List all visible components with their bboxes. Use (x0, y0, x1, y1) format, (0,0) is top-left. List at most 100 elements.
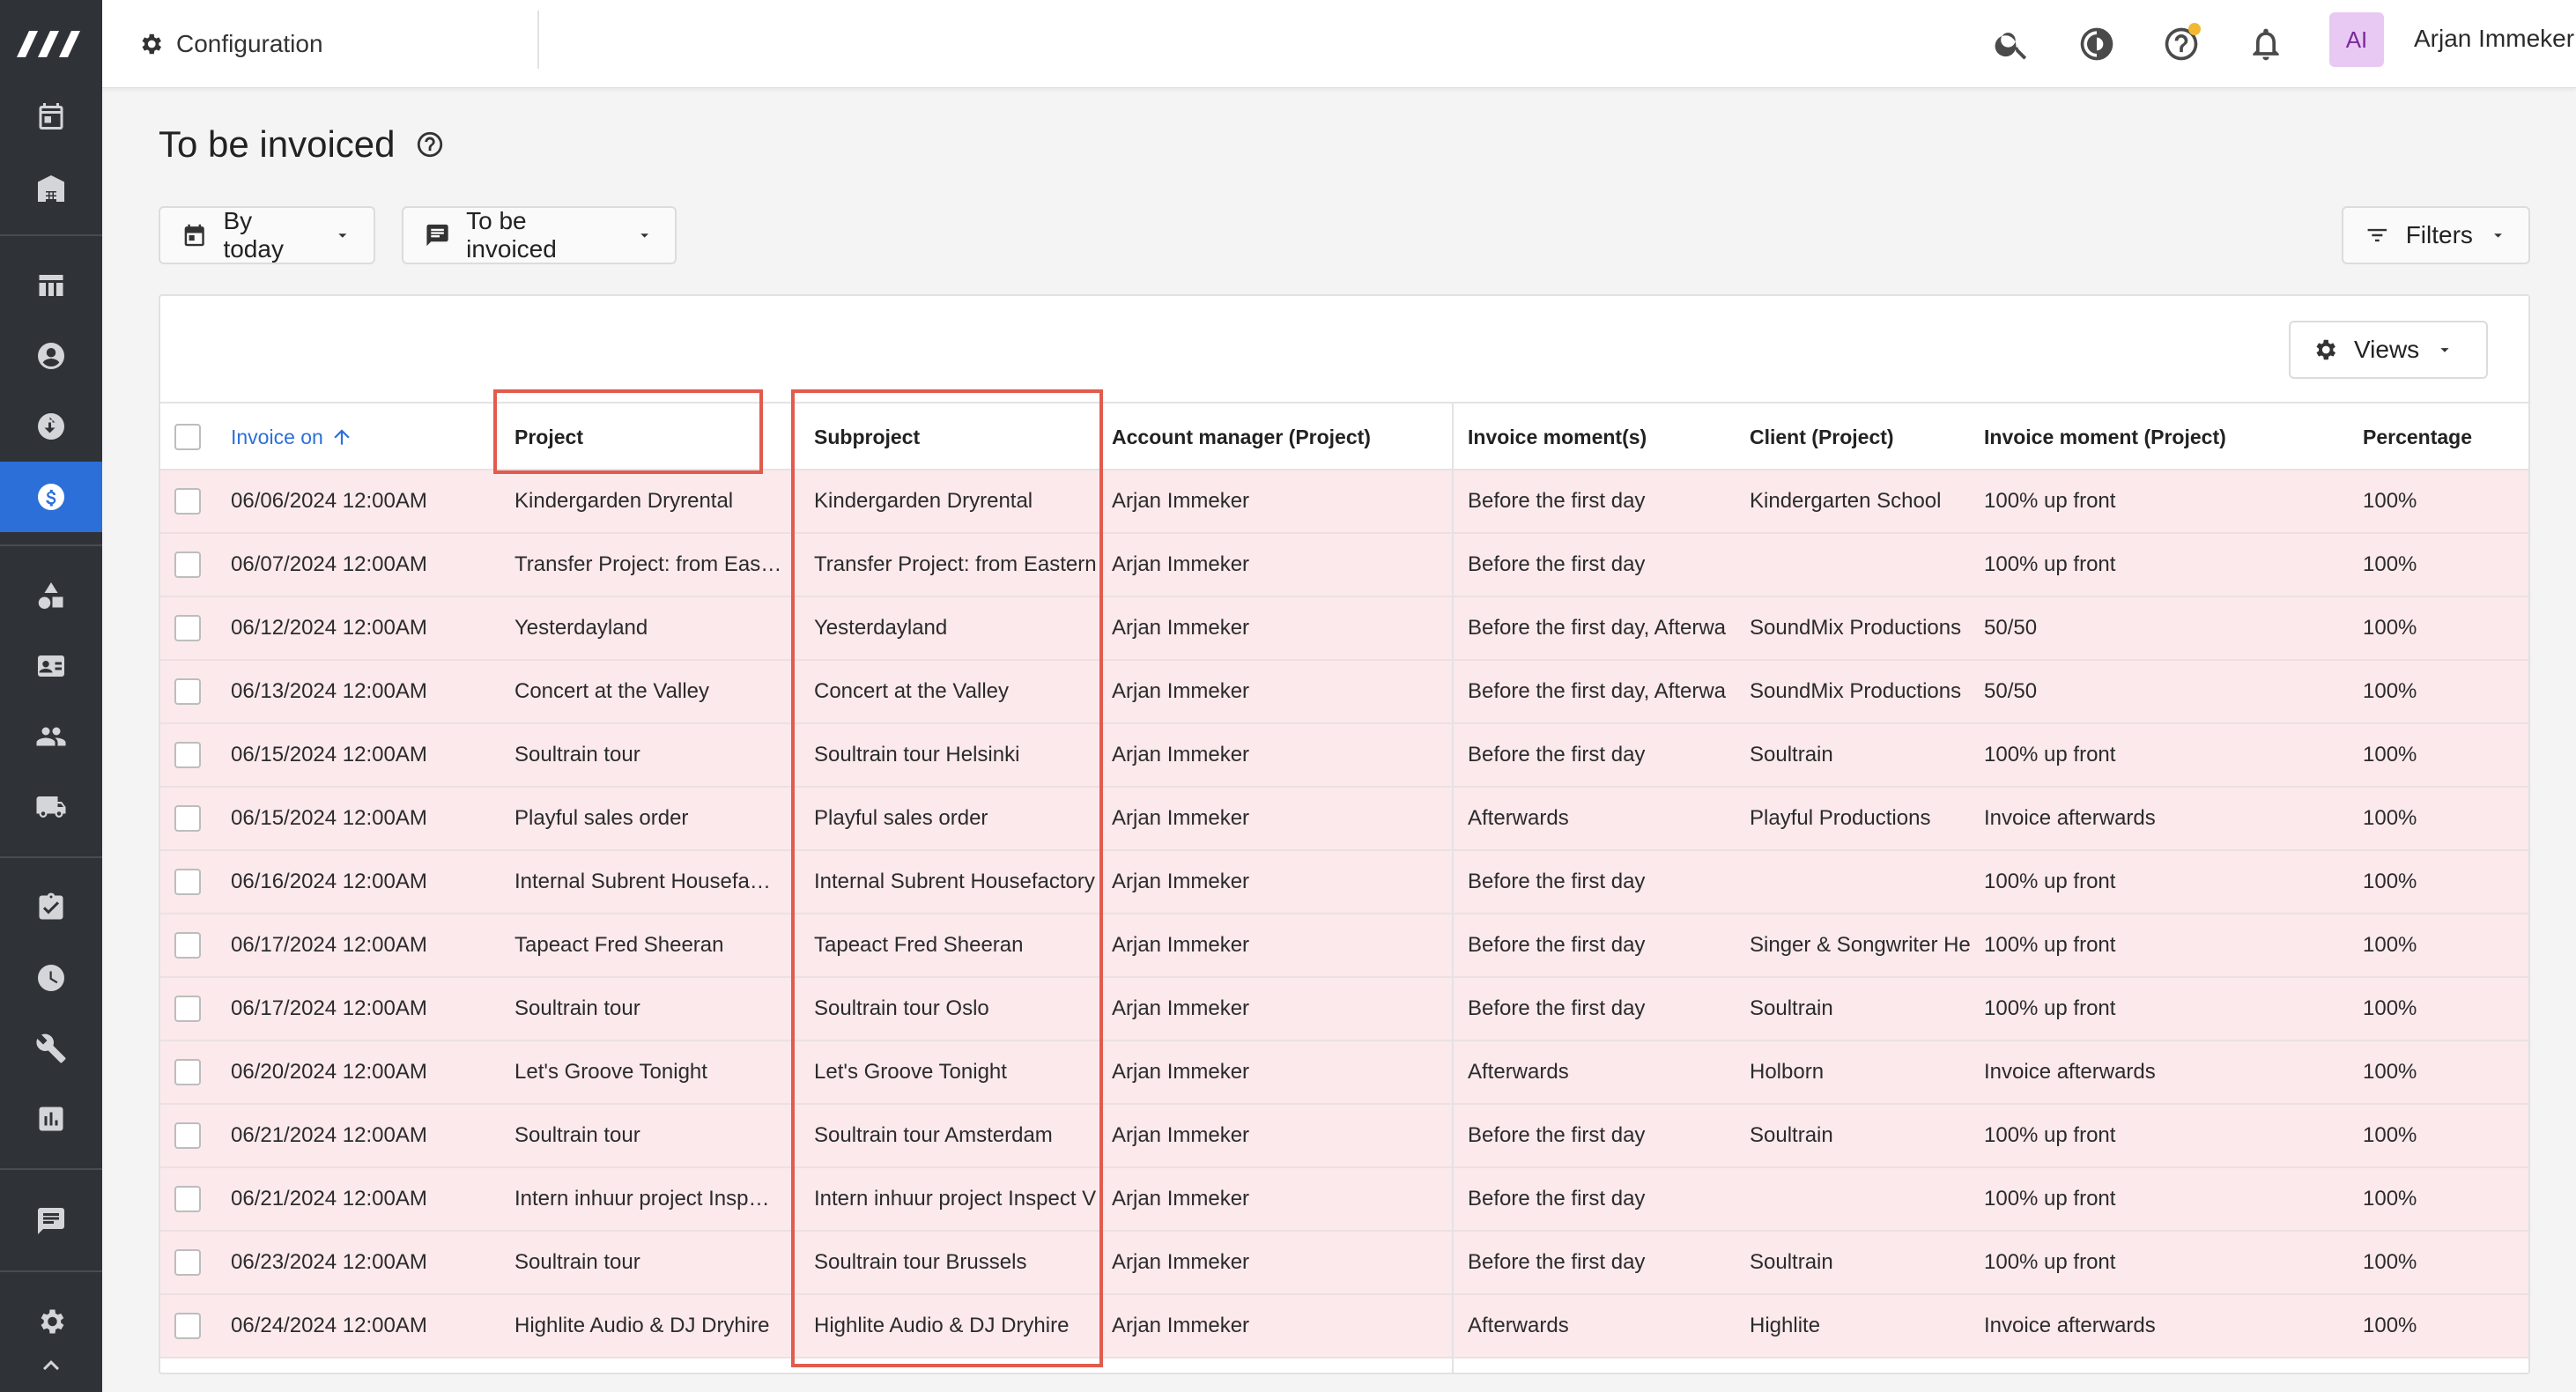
table-row[interactable]: 06/24/2024 12:00AM Highlite Audio & DJ Dr… (160, 1295, 2528, 1359)
cell-invoice-on: 06/23/2024 12:00AM (231, 1250, 427, 1274)
cell-project: Internal Subrent Housefa… (514, 870, 771, 893)
user-name[interactable]: Arjan Immeker (2414, 25, 2574, 53)
cell-invoice-on: 06/07/2024 12:00AM (231, 552, 427, 576)
sidebar-item-warehouse[interactable] (0, 153, 102, 224)
sidebar-item-maintenance[interactable] (0, 1013, 102, 1084)
help-icon[interactable] (415, 130, 445, 159)
sidebar-item-people[interactable] (0, 701, 102, 772)
table-row[interactable]: 06/12/2024 12:00AM Yesterdayland Yesterday… (160, 597, 2528, 661)
table-row[interactable]: 06/15/2024 12:00AM Playful sales order Pla… (160, 788, 2528, 851)
sidebar-collapse[interactable] (0, 1339, 102, 1392)
cell-percentage: 100% (2363, 806, 2417, 830)
table-row[interactable]: 06/07/2024 12:00AM Transfer Project: from… (160, 534, 2528, 597)
sidebar-item-shapes[interactable] (0, 560, 102, 631)
cell-invoice-on: 06/24/2024 12:00AM (231, 1314, 427, 1337)
sidebar-item-reports[interactable] (0, 1084, 102, 1154)
table-row[interactable]: 06/13/2024 12:00AM Concert at the Valley C… (160, 661, 2528, 724)
row-checkbox[interactable] (174, 742, 201, 768)
table-row[interactable]: 06/21/2024 12:00AM Intern inhuur project … (160, 1168, 2528, 1232)
cell-client: Singer & Songwriter He (1750, 933, 1971, 957)
sidebar-item-exchange[interactable] (0, 391, 102, 462)
avatar[interactable]: AI (2329, 12, 2384, 67)
table-row[interactable]: 06/16/2024 12:00AM Internal Subrent House… (160, 851, 2528, 914)
search-button[interactable] (1988, 19, 2037, 69)
row-checkbox[interactable] (174, 1313, 201, 1339)
row-checkbox[interactable] (174, 615, 201, 641)
cell-client: Soultrain (1750, 996, 1833, 1020)
logo[interactable] (0, 0, 102, 88)
sidebar-item-contacts[interactable] (0, 321, 102, 391)
page-title-text: To be invoiced (159, 123, 396, 165)
theme-button[interactable] (2072, 19, 2121, 69)
cell-invoice-moments: Before the first day (1468, 933, 1646, 957)
filters-button[interactable]: Filters (2342, 206, 2530, 264)
cell-percentage: 100% (2363, 1060, 2417, 1084)
notifications-button[interactable] (2241, 19, 2291, 69)
cell-percentage: 100% (2363, 933, 2417, 957)
sidebar-item-transport[interactable] (0, 772, 102, 842)
column-header-invoice-moments[interactable]: Invoice moment(s) (1468, 404, 1647, 470)
cell-project: Tapeact Fred Sheeran (514, 933, 724, 957)
caret-down-icon (640, 233, 648, 238)
row-checkbox[interactable] (174, 869, 201, 895)
sidebar-item-invoicing[interactable] (0, 462, 102, 532)
cell-invoice-moments: Before the first day (1468, 552, 1646, 576)
table-row[interactable]: 06/17/2024 12:00AM Soultrain tour Soultrai… (160, 978, 2528, 1041)
sidebar-item-time[interactable] (0, 943, 102, 1013)
table-row[interactable]: 06/20/2024 12:00AM Let's Groove Tonight Le… (160, 1041, 2528, 1105)
help-button[interactable] (2157, 19, 2206, 69)
table-row[interactable]: 06/23/2024 12:00AM Soultrain tour Soultrai… (160, 1232, 2528, 1295)
calendar-icon (39, 103, 63, 130)
page-title: To be invoiced (159, 123, 445, 166)
row-checkbox[interactable] (174, 678, 201, 705)
cell-percentage: 100% (2363, 743, 2417, 766)
column-header-percentage[interactable]: Percentage (2363, 404, 2472, 470)
breadcrumb[interactable]: Configuration (137, 25, 323, 63)
sidebar-item-messages[interactable] (0, 1186, 102, 1256)
table-row[interactable]: 06/15/2024 12:00AM Soultrain tour Soultrai… (160, 724, 2528, 788)
status-filter-dropdown[interactable]: To be invoiced (402, 206, 677, 264)
sidebar-item-id-card[interactable] (0, 631, 102, 701)
column-header-invoice-moment-project[interactable]: Invoice moment (Project) (1984, 404, 2226, 470)
table-row[interactable]: 06/17/2024 12:00AM Tapeact Fred Sheeran Ta… (160, 914, 2528, 978)
caret-down-icon (2440, 348, 2449, 352)
cell-invoice-moment-project: 100% up front (1984, 933, 2116, 957)
views-button[interactable]: Views (2289, 321, 2488, 379)
select-all-checkbox[interactable] (174, 424, 201, 450)
message-icon (426, 224, 448, 247)
table-row[interactable]: 06/06/2024 12:00AM Kindergarden Dryrental… (160, 470, 2528, 534)
row-checkbox[interactable] (174, 1186, 201, 1212)
row-checkbox[interactable] (174, 805, 201, 832)
sidebar-item-table[interactable] (0, 250, 102, 321)
date-filter-dropdown[interactable]: By today (159, 206, 375, 264)
cell-account-manager: Arjan Immeker (1112, 1187, 1250, 1211)
cell-project: Intern inhuur project Insp… (514, 1187, 770, 1211)
row-checkbox[interactable] (174, 1122, 201, 1149)
row-checkbox[interactable] (174, 996, 201, 1022)
highlight-box-subproject (791, 389, 1103, 1367)
cell-account-manager: Arjan Immeker (1112, 743, 1250, 766)
sidebar (0, 0, 102, 1392)
column-header-client[interactable]: Client (Project) (1750, 404, 1894, 470)
row-checkbox[interactable] (174, 932, 201, 959)
cell-invoice-moments: Afterwards (1468, 1314, 1569, 1337)
sidebar-item-tasks[interactable] (0, 872, 102, 943)
cell-invoice-moments: Before the first day, Afterwa (1468, 616, 1727, 640)
column-header-account-manager[interactable]: Account manager (Project) (1112, 404, 1371, 470)
cell-percentage: 100% (2363, 870, 2417, 893)
cell-invoice-moments: Before the first day (1468, 996, 1646, 1020)
cell-invoice-moment-project: 100% up front (1984, 1250, 2116, 1274)
row-checkbox[interactable] (174, 488, 201, 515)
table-row[interactable]: 06/21/2024 12:00AM Soultrain tour Soultrai… (160, 1105, 2528, 1168)
cell-percentage: 100% (2363, 1123, 2417, 1147)
cell-account-manager: Arjan Immeker (1112, 1060, 1250, 1084)
column-header-invoice-on[interactable]: Invoice on (231, 404, 353, 470)
row-checkbox[interactable] (174, 552, 201, 578)
row-checkbox[interactable] (174, 1059, 201, 1085)
row-checkbox[interactable] (174, 1249, 201, 1276)
cell-account-manager: Arjan Immeker (1112, 679, 1250, 703)
cell-percentage: 100% (2363, 552, 2417, 576)
sidebar-divider (0, 1168, 102, 1170)
contact-icon (38, 343, 64, 369)
sidebar-item-calendar[interactable] (0, 81, 102, 152)
